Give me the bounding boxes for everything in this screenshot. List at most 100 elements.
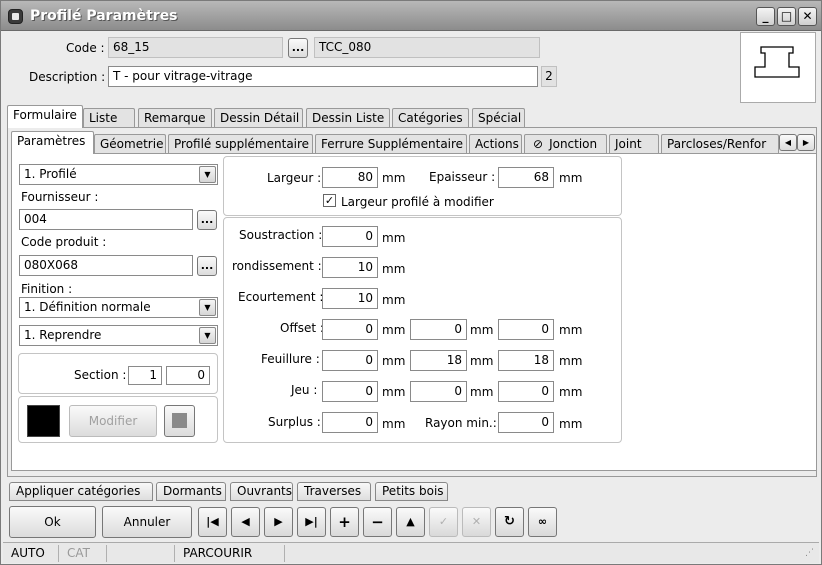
largeur-field[interactable]: 80 — [322, 167, 378, 188]
feuillure-field-2[interactable]: 18 — [410, 350, 467, 371]
tab-special[interactable]: Spécial — [472, 108, 525, 128]
tab-traverses[interactable]: Traverses — [297, 482, 371, 501]
feuillure-field-1[interactable]: 0 — [322, 350, 378, 371]
maximize-button[interactable]: □ — [777, 7, 796, 26]
next-record-button[interactable]: ▶ — [264, 507, 293, 537]
description-field[interactable]: T - pour vitrage-vitrage — [108, 66, 538, 87]
tab-formulaire[interactable]: Formulaire — [7, 105, 83, 128]
tab-ouvrants[interactable]: Ouvrants — [230, 482, 293, 501]
add-record-button[interactable]: + — [330, 507, 359, 537]
resize-grip-icon[interactable]: ⋰ — [805, 549, 815, 559]
code-browse-button[interactable]: ... — [288, 38, 308, 58]
finition-select[interactable]: 1. Définition normale ▼ — [19, 297, 218, 318]
soustraction-field[interactable]: 0 — [322, 226, 378, 247]
surplus-label: Surplus : — [268, 415, 321, 429]
feuillure-field-3[interactable]: 18 — [498, 350, 554, 371]
color-swatch[interactable] — [27, 405, 60, 437]
type-select[interactable]: 1. Profilé ▼ — [19, 164, 218, 185]
feuillure-unit-3: mm — [559, 354, 583, 368]
close-button[interactable]: ✕ — [798, 7, 817, 26]
ok-button[interactable]: Ok — [9, 506, 96, 538]
jeu-unit-3: mm — [559, 385, 583, 399]
offset-field-3[interactable]: 0 — [498, 319, 554, 340]
previous-record-button[interactable]: ◀ — [231, 507, 260, 537]
paperclip-icon: ⊘ — [533, 137, 544, 151]
tab-parametres[interactable]: Paramètres — [11, 131, 94, 154]
arrondissement-field[interactable]: 10 — [322, 257, 378, 278]
jeu-field-3[interactable]: 0 — [498, 381, 554, 402]
status-message — [287, 545, 817, 562]
minimize-button[interactable]: _ — [756, 7, 775, 26]
epaisseur-unit: mm — [559, 171, 583, 185]
search-button[interactable]: ∞ — [528, 507, 557, 537]
tab-categories[interactable]: Catégories — [392, 108, 469, 128]
tab-actions[interactable]: Actions — [469, 134, 522, 154]
previous-icon: ◀ — [241, 515, 250, 528]
color-picker-button[interactable] — [164, 405, 195, 437]
section-field-b[interactable]: 0 — [166, 366, 210, 385]
code-reference-field[interactable]: TCC_080 — [314, 37, 540, 58]
modifier-button[interactable]: Modifier — [69, 405, 157, 437]
reprendre-select[interactable]: 1. Reprendre ▼ — [19, 325, 218, 346]
tab-dessin-liste[interactable]: Dessin Liste — [306, 108, 390, 128]
tab-petits-bois[interactable]: Petits bois — [375, 482, 448, 501]
code-produit-label: Code produit : — [21, 235, 107, 249]
surplus-field[interactable]: 0 — [322, 412, 378, 433]
plus-icon: + — [338, 513, 351, 531]
refresh-icon: ↻ — [504, 514, 515, 529]
fournisseur-browse-button[interactable]: ... — [197, 210, 217, 230]
title-bar[interactable]: Profilé Paramètres _ □ ✕ — [1, 1, 821, 31]
delete-record-button[interactable]: − — [363, 507, 392, 537]
tab-geometrie[interactable]: Géometrie — [94, 134, 166, 154]
jeu-field-1[interactable]: 0 — [322, 381, 378, 402]
ecourtement-label: Ecourtement : — [238, 290, 324, 304]
soustraction-unit: mm — [382, 231, 406, 245]
finition-select-value: 1. Définition normale — [24, 300, 151, 314]
chevron-down-icon[interactable]: ▼ — [199, 166, 216, 183]
tab-dessin-detail[interactable]: Dessin Détail — [214, 108, 303, 128]
largeur-modifier-checkbox[interactable]: ✓ — [323, 194, 336, 207]
last-record-button[interactable]: ▶| — [297, 507, 326, 537]
feuillure-unit-1: mm — [382, 354, 406, 368]
offset-field-1[interactable]: 0 — [322, 319, 378, 340]
tab-scroll-right-button[interactable]: ▶ — [797, 134, 815, 151]
rayon-min-field[interactable]: 0 — [498, 412, 554, 433]
triangle-up-icon: ▲ — [406, 515, 415, 528]
code-label: Code : — [66, 41, 105, 55]
code-produit-field[interactable]: 080X068 — [19, 255, 193, 276]
tab-scroll-left-button[interactable]: ◀ — [779, 134, 797, 151]
refresh-button[interactable]: ↻ — [495, 507, 524, 537]
tab-liste[interactable]: Liste — [83, 108, 135, 128]
tab-jonction[interactable]: ⊘ Jonction — [524, 134, 607, 154]
fournisseur-field[interactable]: 004 — [19, 209, 193, 230]
edit-record-button[interactable]: ▲ — [396, 507, 425, 537]
code-produit-browse-button[interactable]: ... — [197, 256, 217, 276]
chevron-down-icon[interactable]: ▼ — [199, 299, 216, 316]
largeur-modifier-label: Largeur profilé à modifier — [341, 195, 494, 209]
tab-profile-supplementaire[interactable]: Profilé supplémentaire — [168, 134, 313, 154]
rayon-min-unit: mm — [559, 417, 583, 431]
description-language-badge: 2 — [541, 66, 557, 87]
tab-dormants[interactable]: Dormants — [156, 482, 226, 501]
tab-parcloses-renfort[interactable]: Parcloses/Renfor — [661, 134, 779, 154]
profile-parameters-window: Profilé Paramètres _ □ ✕ Code : 68_15 ..… — [0, 0, 822, 565]
offset-field-2[interactable]: 0 — [410, 319, 467, 340]
section-field-a[interactable]: 1 — [128, 366, 162, 385]
cancel-edit-button[interactable]: ✕ — [462, 507, 491, 537]
ecourtement-field[interactable]: 10 — [322, 288, 378, 309]
tab-joint[interactable]: Joint — [609, 134, 659, 154]
tab-appliquer-categories[interactable]: Appliquer catégories — [9, 482, 153, 501]
first-record-button[interactable]: |◀ — [198, 507, 227, 537]
section-label: Section : — [74, 368, 127, 382]
epaisseur-field[interactable]: 68 — [498, 167, 554, 188]
jeu-field-2[interactable]: 0 — [410, 381, 467, 402]
jeu-unit-1: mm — [382, 385, 406, 399]
tab-remarque[interactable]: Remarque — [138, 108, 212, 128]
chevron-down-icon[interactable]: ▼ — [199, 327, 216, 344]
square-icon — [172, 413, 187, 428]
tab-ferrure-supplementaire[interactable]: Ferrure Supplémentaire — [315, 134, 467, 154]
annuler-button[interactable]: Annuler — [102, 506, 192, 538]
validate-button[interactable]: ✓ — [429, 507, 458, 537]
offset-unit-3: mm — [559, 323, 583, 337]
code-field[interactable]: 68_15 — [108, 37, 283, 58]
